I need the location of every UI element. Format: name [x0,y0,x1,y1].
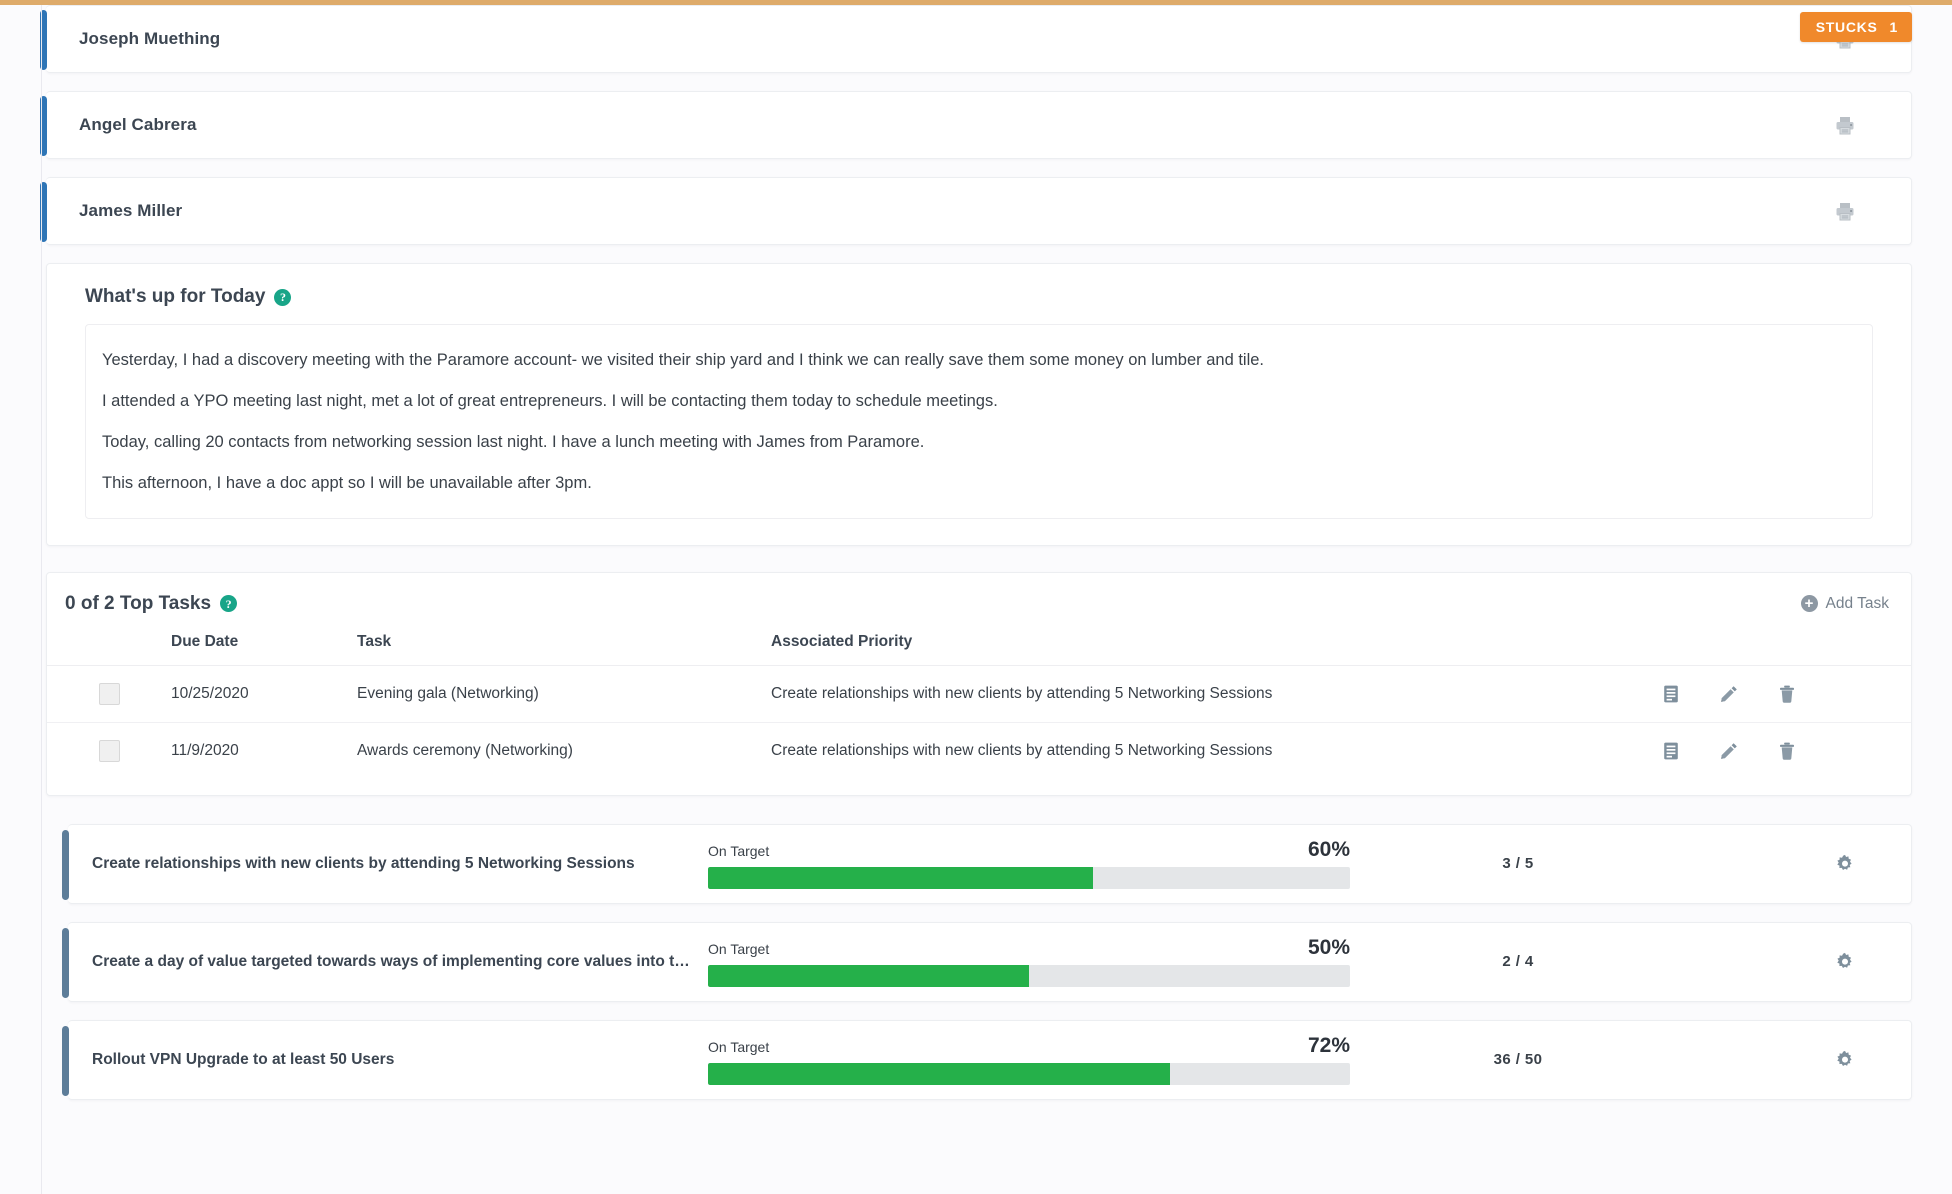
task-name: Awards ceremony (Networking) [357,722,771,779]
person-name: Joseph Muething [79,29,220,49]
task-checkbox-cell [47,722,171,779]
dashboard-page: STUCKS 1 Joseph Muething [0,0,1952,1194]
gear-icon[interactable] [1835,854,1855,874]
table-row: 11/9/2020 Awards ceremony (Networking) C… [47,722,1911,779]
goal-name: Create relationships with new clients by… [68,855,708,873]
goal-progress-track [708,867,1350,889]
goal-status: On Target [708,1039,769,1055]
table-row: 10/25/2020 Evening gala (Networking) Cre… [47,665,1911,722]
whats-up-textbox[interactable]: Yesterday, I had a discovery meeting wit… [85,324,1873,519]
gear-icon[interactable] [1835,1050,1855,1070]
task-complete-checkbox[interactable] [99,740,120,762]
stucks-badge-label: STUCKS [1816,19,1878,35]
edit-pencil-icon[interactable] [1719,684,1739,704]
person-row-actions [1835,202,1855,221]
goal-progress-fill [708,867,1093,889]
notes-icon[interactable] [1661,741,1681,761]
help-icon[interactable]: ? [274,289,291,306]
goal-progress-track [708,965,1350,987]
whats-up-line: I attended a YPO meeting last night, met… [102,390,1856,414]
add-task-label: Add Task [1826,595,1889,613]
task-associated-priority: Create relationships with new clients by… [771,722,1621,779]
table-header-row: Due Date Task Associated Priority [47,633,1911,666]
goal-row[interactable]: Create relationships with new clients by… [68,824,1912,904]
goal-status: On Target [708,941,769,957]
printer-icon[interactable] [1835,116,1855,135]
person-row[interactable]: James Miller [46,177,1912,245]
whats-up-line: Today, calling 20 contacts from networki… [102,431,1856,455]
notes-icon[interactable] [1661,684,1681,704]
whats-up-line: Yesterday, I had a discovery meeting wit… [102,349,1856,373]
person-name: Angel Cabrera [79,115,197,135]
person-name: James Miller [79,201,182,221]
page-content: Joseph Muething Angel Cabrera [0,5,1952,1194]
row-accent-bar [62,1026,69,1096]
row-accent-bar [62,928,69,998]
top-tasks-header: 0 of 2 Top Tasks ? + Add Task [47,593,1911,615]
stucks-badge-count: 1 [1890,19,1899,35]
goal-row[interactable]: Rollout VPN Upgrade to at least 50 Users… [68,1020,1912,1100]
task-checkbox-cell [47,665,171,722]
column-header-task: Task [357,633,771,666]
task-due-date: 11/9/2020 [171,722,357,779]
delete-trash-icon[interactable] [1777,684,1797,704]
goal-progress-fill [708,1063,1170,1085]
add-task-button[interactable]: + Add Task [1801,595,1889,613]
goal-count: 2 / 4 [1368,953,1668,970]
column-header-due-date: Due Date [171,633,357,666]
plus-circle-icon: + [1801,595,1818,612]
goal-progress: On Target 50% [708,936,1368,987]
task-actions-cell [1621,665,1911,722]
goal-count: 36 / 50 [1368,1051,1668,1068]
goal-progress: On Target 60% [708,838,1368,889]
top-tasks-card: 0 of 2 Top Tasks ? + Add Task Due Date T… [46,572,1912,796]
goal-percent: 72% [1308,1034,1350,1058]
whats-up-card: What's up for Today ? Yesterday, I had a… [46,263,1912,546]
task-name: Evening gala (Networking) [357,665,771,722]
whats-up-title: What's up for Today [85,286,265,308]
task-due-date: 10/25/2020 [171,665,357,722]
left-gutter-rule [41,5,42,1194]
whats-up-line: This afternoon, I have a doc appt so I w… [102,472,1856,496]
edit-pencil-icon[interactable] [1719,741,1739,761]
column-header-checkbox [47,633,171,666]
row-accent-bar [62,830,69,900]
goal-name: Create a day of value targeted towards w… [68,953,708,971]
goal-percent: 50% [1308,936,1350,960]
goal-row[interactable]: Create a day of value targeted towards w… [68,922,1912,1002]
goal-status: On Target [708,843,769,859]
whats-up-header: What's up for Today ? [67,286,1891,308]
gear-icon[interactable] [1835,952,1855,972]
task-complete-checkbox[interactable] [99,683,120,705]
person-row-actions [1835,116,1855,135]
goal-progress: On Target 72% [708,1034,1368,1085]
goal-progress-fill [708,965,1029,987]
column-header-actions [1621,633,1911,666]
top-accent-strip [0,0,1952,5]
goal-progress-track [708,1063,1350,1085]
goal-count: 3 / 5 [1368,855,1668,872]
top-tasks-title: 0 of 2 Top Tasks [65,593,211,615]
goal-percent: 60% [1308,838,1350,862]
delete-trash-icon[interactable] [1777,741,1797,761]
person-row[interactable]: Angel Cabrera [46,91,1912,159]
stucks-badge[interactable]: STUCKS 1 [1800,12,1912,42]
top-tasks-table: Due Date Task Associated Priority 10/25/… [47,633,1911,779]
task-actions-cell [1621,722,1911,779]
printer-icon[interactable] [1835,202,1855,221]
task-associated-priority: Create relationships with new clients by… [771,665,1621,722]
person-row[interactable]: Joseph Muething [46,5,1912,73]
help-icon[interactable]: ? [220,595,237,612]
goal-name: Rollout VPN Upgrade to at least 50 Users [68,1051,708,1069]
column-header-associated-priority: Associated Priority [771,633,1621,666]
